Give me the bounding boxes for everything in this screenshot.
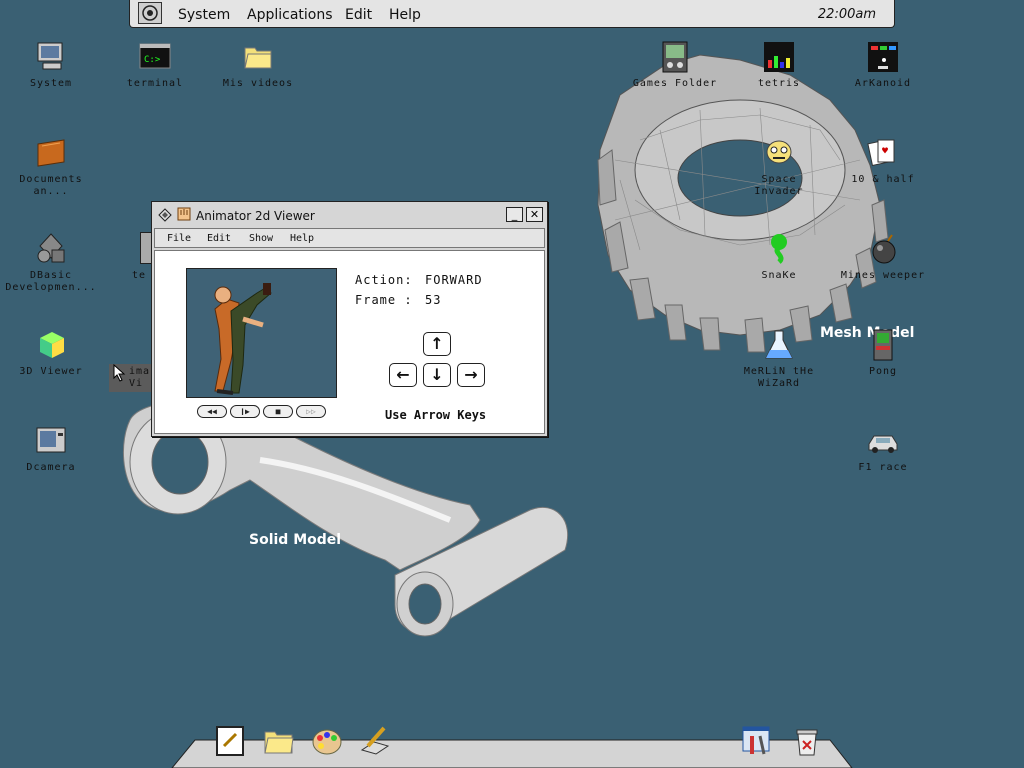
dock-notepad-icon[interactable] (214, 724, 248, 758)
dock-draw-tool-icon[interactable] (358, 724, 392, 758)
dock-bar (171, 739, 853, 768)
dock-paint-palette-icon[interactable] (310, 724, 344, 758)
dock-folder-icon[interactable] (262, 724, 296, 758)
dock-trash-icon[interactable] (790, 724, 824, 758)
dock-settings-tools-icon[interactable] (740, 724, 774, 758)
